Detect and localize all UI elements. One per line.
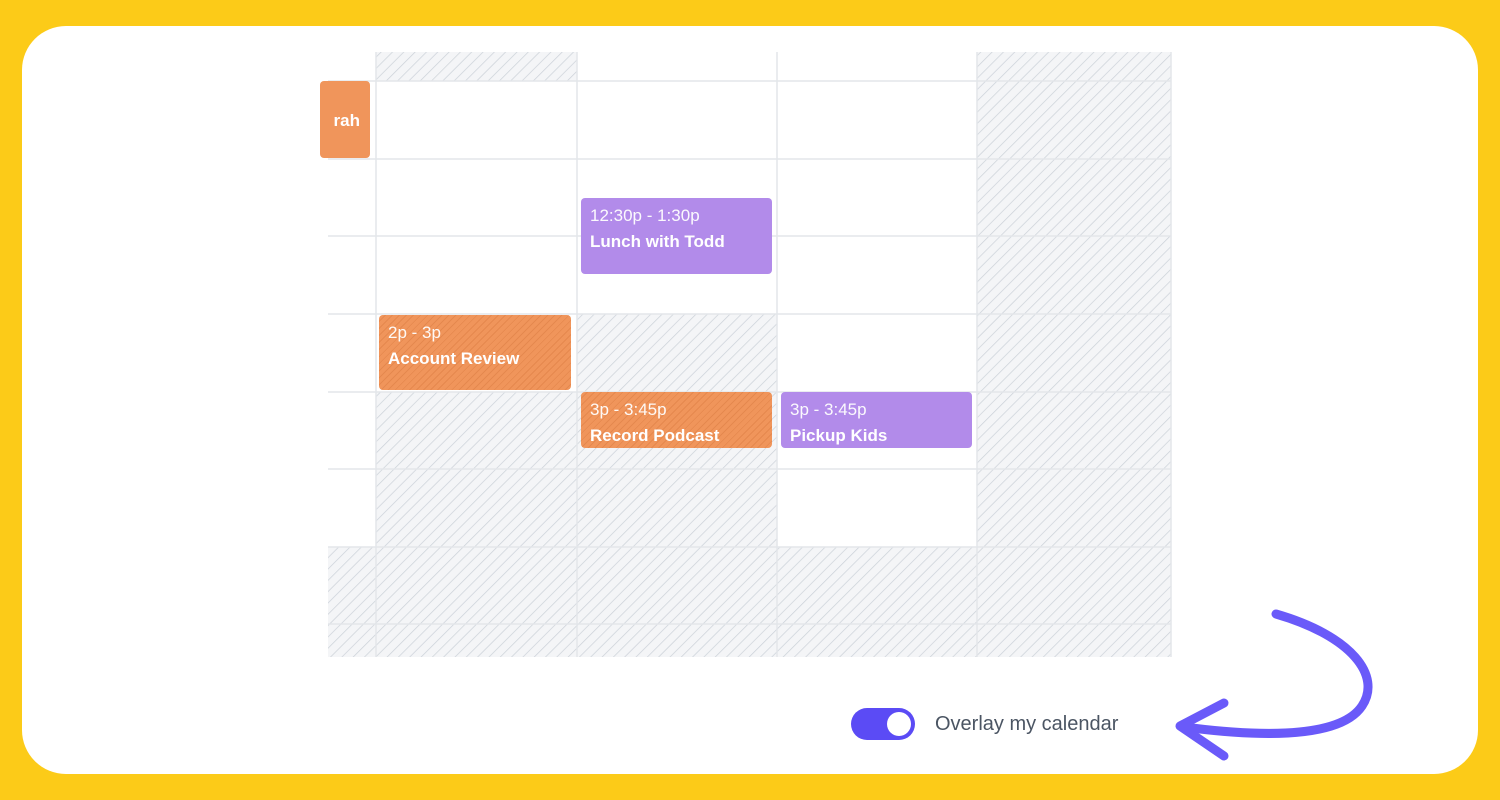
event-time: 3p - 3:45p: [790, 400, 867, 419]
calendar-card: rah 12:30p - 1:30p Lunch with Todd 2p - …: [22, 26, 1478, 774]
calendar-event[interactable]: 12:30p - 1:30p Lunch with Todd: [581, 198, 772, 274]
event-title: Pickup Kids: [790, 426, 888, 445]
unavailable-block: [376, 52, 577, 81]
calendar-event[interactable]: 3p - 3:45p Pickup Kids: [781, 392, 972, 448]
overlay-toggle-switch[interactable]: [851, 708, 915, 740]
calendar-event[interactable]: 2p - 3p Account Review: [379, 315, 571, 390]
overlay-toggle-label[interactable]: Overlay my calendar: [935, 713, 1118, 736]
calendar-event[interactable]: 3p - 3:45p Record Podcast: [581, 392, 772, 448]
curved-arrow-icon: [1175, 609, 1373, 761]
event-title: Record Podcast: [590, 426, 720, 445]
event-time: 3p - 3:45p: [590, 400, 667, 419]
event-title: rah: [333, 111, 360, 130]
event-time: 2p - 3p: [388, 323, 441, 342]
overlay-toggle-row: Overlay my calendar: [851, 708, 1118, 740]
toggle-knob: [887, 712, 911, 736]
event-title: Lunch with Todd: [590, 232, 725, 251]
calendar-event[interactable]: rah: [320, 81, 370, 158]
unavailable-block: [328, 547, 1171, 657]
event-time: 12:30p - 1:30p: [590, 206, 700, 225]
event-title: Account Review: [388, 349, 520, 368]
